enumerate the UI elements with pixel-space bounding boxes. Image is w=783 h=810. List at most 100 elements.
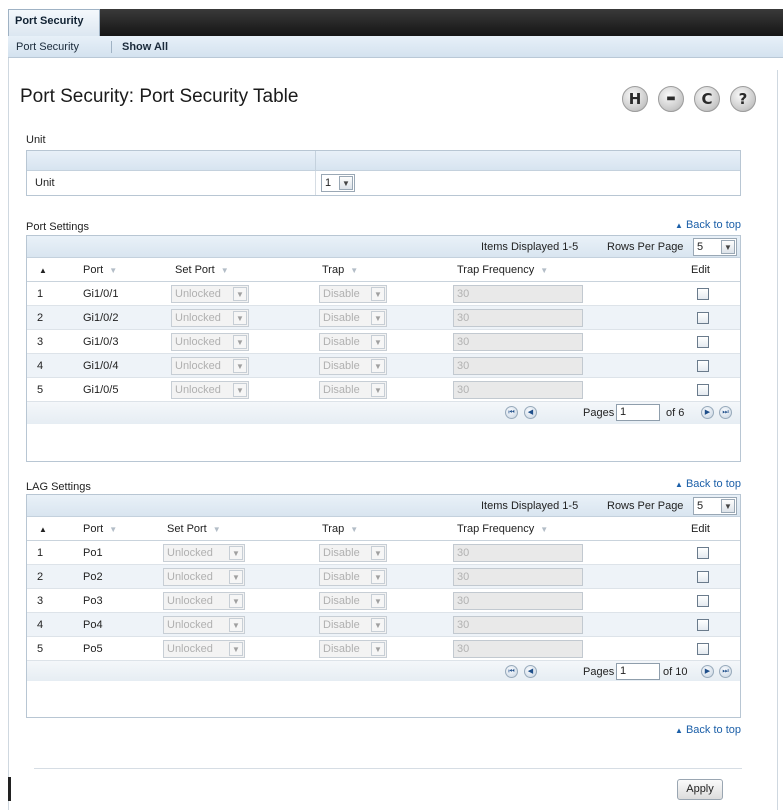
port-settings-label: Port Settings <box>26 221 89 233</box>
edit-checkbox[interactable] <box>697 595 709 607</box>
trap-value: Disable <box>323 288 360 300</box>
first-page-icon[interactable]: ⏮ <box>505 406 518 419</box>
trap-select: Disable ▼ <box>319 285 387 303</box>
print-icon[interactable]: ▬ <box>658 86 684 112</box>
row-index: 1 <box>37 547 44 559</box>
edit-checkbox[interactable] <box>697 619 709 631</box>
col-trap-frequency[interactable]: Trap Frequency ▼ <box>457 264 548 276</box>
tab-port-security[interactable]: Port Security <box>8 9 100 36</box>
trap-frequency-input: 30 <box>453 640 583 658</box>
edit-checkbox[interactable] <box>697 360 709 372</box>
table-row: 3 Gi1/0/3 Unlocked ▼ Disable ▼ 30 <box>27 330 740 354</box>
page-number-input[interactable]: 1 <box>616 404 660 421</box>
save-icon[interactable]: H <box>622 86 648 112</box>
port-table-pager: ⏮ ◀ Pages 1 of 6 ▶ ⏭ <box>27 402 740 424</box>
top-tab-bar: Port Security <box>0 0 783 36</box>
help-icon[interactable]: ? <box>730 86 756 112</box>
row-port: Po1 <box>83 547 103 559</box>
row-port: Po4 <box>83 619 103 631</box>
unit-panel: Unit 1 ▼ <box>26 150 741 196</box>
previous-page-icon[interactable]: ◀ <box>524 406 537 419</box>
row-index: 4 <box>37 619 44 631</box>
table-row: 2 Gi1/0/2 Unlocked ▼ Disable ▼ 30 <box>27 306 740 330</box>
col-set-port-label: Set Port <box>175 264 215 276</box>
col-trap[interactable]: Trap ▼ <box>322 523 358 535</box>
trap-select: Disable ▼ <box>319 640 387 658</box>
col-trap-frequency[interactable]: Trap Frequency ▼ <box>457 523 548 535</box>
edit-checkbox[interactable] <box>697 571 709 583</box>
unit-row-label: Unit <box>35 177 55 189</box>
column-divider <box>315 151 316 171</box>
port-table-header: ▲ Port ▼ Set Port ▼ Trap ▼ Trap Frequency ▼ … <box>27 258 740 282</box>
first-page-icon[interactable]: ⏮ <box>505 665 518 678</box>
previous-page-icon[interactable]: ◀ <box>524 665 537 678</box>
col-port-label: Port <box>83 523 104 535</box>
back-to-top-link[interactable]: ▲ Back to top <box>675 724 741 736</box>
sort-icon: ▼ <box>350 266 359 275</box>
table-row: 5 Po5 Unlocked ▼ Disable ▼ 30 <box>27 637 740 661</box>
row-index: 3 <box>37 336 44 348</box>
col-port[interactable]: Port ▼ <box>83 264 117 276</box>
chevron-down-icon: ▼ <box>721 499 735 513</box>
col-trap-label: Trap <box>322 264 345 276</box>
col-trap-frequency-label: Trap Frequency <box>457 523 535 535</box>
back-to-top-link[interactable]: ▲ Back to top <box>675 219 741 231</box>
edit-checkbox[interactable] <box>697 312 709 324</box>
sort-ascending-icon[interactable]: ▲ <box>39 525 47 534</box>
last-page-icon[interactable]: ⏭ <box>719 406 732 419</box>
trap-frequency-input: 30 <box>453 309 583 327</box>
next-page-icon[interactable]: ▶ <box>701 406 714 419</box>
trap-value: Disable <box>323 643 360 655</box>
triangle-up-icon: ▲ <box>675 726 683 735</box>
left-edge-marker <box>8 777 11 801</box>
col-set-port[interactable]: Set Port ▼ <box>167 523 221 535</box>
apply-button[interactable]: Apply <box>677 779 723 800</box>
trap-value: Disable <box>323 595 360 607</box>
col-set-port[interactable]: Set Port ▼ <box>175 264 229 276</box>
trap-select: Disable ▼ <box>319 333 387 351</box>
unit-select[interactable]: 1 ▼ <box>321 174 355 192</box>
sort-ascending-icon[interactable]: ▲ <box>39 266 47 275</box>
trap-select: Disable ▼ <box>319 616 387 634</box>
last-page-icon[interactable]: ⏭ <box>719 665 732 678</box>
edit-checkbox[interactable] <box>697 384 709 396</box>
pages-label: Pages <box>583 666 615 678</box>
unit-select-value: 1 <box>325 177 332 189</box>
trap-value: Disable <box>323 360 360 372</box>
edit-checkbox[interactable] <box>697 643 709 655</box>
chevron-down-icon: ▼ <box>229 546 243 560</box>
trap-value: Disable <box>323 312 360 324</box>
back-to-top-text: Back to top <box>685 724 741 736</box>
col-port-label: Port <box>83 264 104 276</box>
next-page-icon[interactable]: ▶ <box>701 665 714 678</box>
back-to-top-link[interactable]: ▲ Back to top <box>675 478 741 490</box>
set-port-value: Unlocked <box>175 312 221 324</box>
chevron-down-icon: ▼ <box>371 335 385 349</box>
trap-frequency-input: 30 <box>453 544 583 562</box>
edit-checkbox[interactable] <box>697 547 709 559</box>
rows-per-page-select[interactable]: 5 ▼ <box>693 497 737 515</box>
refresh-icon[interactable]: C <box>694 86 720 112</box>
trap-select: Disable ▼ <box>319 357 387 375</box>
subnav-show-all[interactable]: Show All <box>122 41 168 53</box>
col-trap[interactable]: Trap ▼ <box>322 264 358 276</box>
sort-icon: ▼ <box>109 266 118 275</box>
trap-select: Disable ▼ <box>319 568 387 586</box>
edit-checkbox[interactable] <box>697 336 709 348</box>
set-port-select: Unlocked ▼ <box>163 616 245 634</box>
row-index: 2 <box>37 571 44 583</box>
subnav-port-security[interactable]: Port Security <box>16 41 79 53</box>
lag-table-header: ▲ Port ▼ Set Port ▼ Trap ▼ Trap Frequency ▼ … <box>27 517 740 541</box>
row-port: Gi1/0/3 <box>83 336 119 348</box>
chevron-down-icon: ▼ <box>233 287 247 301</box>
page-number-input[interactable]: 1 <box>616 663 660 680</box>
chevron-down-icon: ▼ <box>233 335 247 349</box>
col-port[interactable]: Port ▼ <box>83 523 117 535</box>
edit-checkbox[interactable] <box>697 288 709 300</box>
unit-header-bar <box>27 151 740 171</box>
rows-per-page-select[interactable]: 5 ▼ <box>693 238 737 256</box>
chevron-down-icon: ▼ <box>371 618 385 632</box>
trap-select: Disable ▼ <box>319 309 387 327</box>
trap-frequency-input: 30 <box>453 381 583 399</box>
trap-frequency-input: 30 <box>453 357 583 375</box>
